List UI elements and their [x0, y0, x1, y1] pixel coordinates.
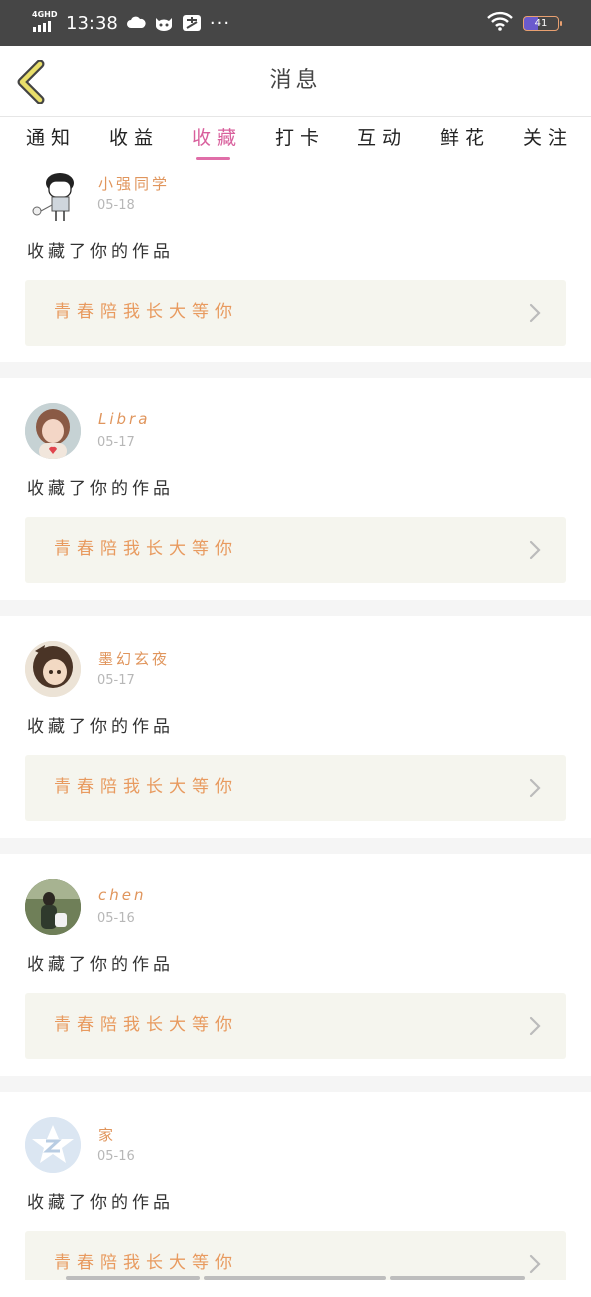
action-text: 收藏了你的作品 [27, 1193, 174, 1213]
username[interactable]: 墨幻玄夜 [98, 648, 170, 669]
more-notifications: ··· [209, 12, 231, 34]
work-title: 青春陪我长大等你 [54, 777, 238, 797]
avatar[interactable] [25, 1117, 81, 1173]
action-text: 收藏了你的作品 [27, 717, 174, 737]
username[interactable]: 小强同学 [98, 173, 170, 194]
divider [0, 600, 591, 616]
list-item: 小强同学 05-18 收藏了你的作品 青春陪我长大等你 [0, 163, 591, 362]
tab-checkin[interactable]: 打卡 [275, 123, 325, 150]
tab-notifications[interactable]: 通知 [26, 123, 76, 150]
chevron-right-icon [529, 540, 541, 560]
work-title: 青春陪我长大等你 [54, 1015, 238, 1035]
chevron-right-icon [529, 1016, 541, 1036]
tab-bar: 通知 收益 收藏 打卡 互动 鲜花 关注 [0, 117, 591, 163]
list-item: 家 05-16 收藏了你的作品 青春陪我长大等你 [0, 1092, 591, 1280]
work-title: 青春陪我长大等你 [54, 1253, 238, 1273]
tab-interaction[interactable]: 互动 [357, 123, 407, 150]
divider [0, 1076, 591, 1092]
weather-cloud-icon [126, 14, 146, 32]
status-time: 13:38 [66, 12, 118, 34]
chevron-right-icon [529, 778, 541, 798]
bottom-scroll-indicator [204, 1276, 386, 1280]
action-text: 收藏了你的作品 [27, 479, 174, 499]
favorites-list: 小强同学 05-18 收藏了你的作品 青春陪我长大等你 Libra 05-17 … [0, 163, 591, 1280]
avatar[interactable] [25, 879, 81, 935]
list-item: 墨幻玄夜 05-17 收藏了你的作品 青春陪我长大等你 [0, 616, 591, 838]
work-link[interactable]: 青春陪我长大等你 [25, 993, 566, 1059]
avatar[interactable] [25, 641, 81, 697]
bottom-scroll-indicator [66, 1276, 200, 1280]
alipay-icon [182, 14, 202, 32]
username[interactable]: 家 [98, 1124, 116, 1145]
tab-favorites[interactable]: 收藏 [192, 123, 242, 150]
action-text: 收藏了你的作品 [27, 242, 174, 262]
tab-follow[interactable]: 关注 [523, 123, 573, 150]
bottom-scroll-indicator [390, 1276, 525, 1280]
battery-icon: 41 [523, 15, 562, 31]
chevron-right-icon [529, 1254, 541, 1274]
tab-flowers[interactable]: 鲜花 [440, 123, 490, 150]
username[interactable]: chen [98, 886, 147, 904]
cat-app-icon [154, 14, 174, 32]
network-type: 4GHD [32, 10, 58, 19]
battery-level: 41 [534, 17, 548, 29]
date: 05-17 [97, 435, 135, 450]
work-link[interactable]: 青春陪我长大等你 [25, 517, 566, 583]
divider [0, 838, 591, 854]
date: 05-17 [97, 673, 135, 688]
list-item: Libra 05-17 收藏了你的作品 青春陪我长大等你 [0, 378, 591, 600]
tab-earnings[interactable]: 收益 [109, 123, 159, 150]
list-item: chen 05-16 收藏了你的作品 青春陪我长大等你 [0, 854, 591, 1076]
avatar[interactable] [25, 403, 81, 459]
date: 05-16 [97, 1149, 135, 1164]
wifi-icon [487, 11, 513, 35]
status-bar: 4GHD 13:38 ··· 41 [0, 0, 591, 46]
signal-icon: 4GHD [32, 10, 58, 34]
chevron-right-icon [529, 303, 541, 323]
app-header: 消息 [0, 46, 591, 116]
work-title: 青春陪我长大等你 [54, 302, 238, 322]
date: 05-16 [97, 911, 135, 926]
page-title: 消息 [269, 68, 322, 93]
work-link[interactable]: 青春陪我长大等你 [25, 280, 566, 346]
action-text: 收藏了你的作品 [27, 955, 174, 975]
active-tab-indicator [196, 157, 230, 160]
work-link[interactable]: 青春陪我长大等你 [25, 1231, 566, 1280]
divider [0, 362, 591, 378]
work-title: 青春陪我长大等你 [54, 539, 238, 559]
username[interactable]: Libra [98, 410, 150, 428]
avatar[interactable] [25, 167, 81, 223]
work-link[interactable]: 青春陪我长大等你 [25, 755, 566, 821]
date: 05-18 [97, 198, 135, 213]
